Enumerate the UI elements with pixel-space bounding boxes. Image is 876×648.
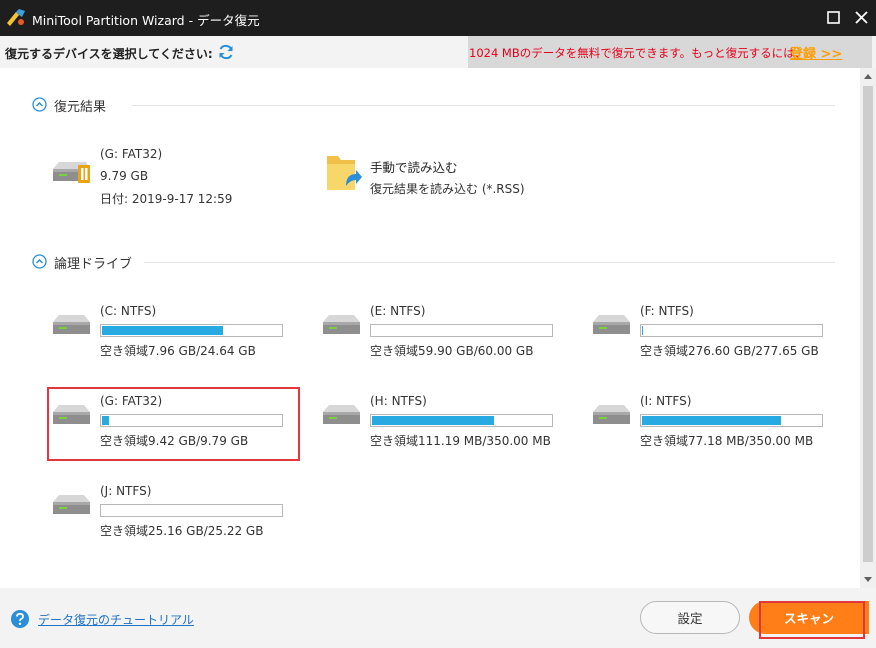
- hard-drive-icon: [323, 405, 360, 424]
- recovery-result-size: 9.79 GB: [100, 169, 149, 183]
- drive-name: (H: NTFS): [370, 394, 427, 408]
- section-divider: [132, 105, 835, 106]
- drive-usage-bar: [640, 324, 823, 337]
- logical-drives-title: 論理ドライブ: [54, 257, 133, 272]
- vertical-scrollbar[interactable]: [860, 68, 876, 588]
- hard-drive-icon: [593, 315, 630, 334]
- drive-item-g[interactable]: (G: FAT32) 空き領域9.42 GB/9.79 GB: [46, 390, 298, 456]
- hard-drive-icon: [53, 315, 90, 334]
- title-bar: MiniTool Partition Wizard - データ復元: [0, 0, 876, 36]
- drive-free-space: 空き領域25.16 GB/25.22 GB: [100, 524, 264, 538]
- hard-drive-icon: [53, 405, 90, 424]
- drive-free-space: 空き領域276.60 GB/277.65 GB: [640, 344, 819, 358]
- drive-usage-fill: [102, 416, 109, 425]
- drive-usage-bar: [100, 324, 283, 337]
- recovery-result-date: 日付: 2019-9-17 12:59: [100, 192, 233, 206]
- drive-name: (G: FAT32): [100, 394, 163, 408]
- drive-usage-fill: [642, 326, 643, 335]
- drive-usage-fill: [102, 326, 223, 335]
- scroll-up-arrow-icon[interactable]: [864, 74, 872, 79]
- footer-bar: データ復元のチュートリアル 設定 スキャン: [0, 588, 876, 648]
- register-link[interactable]: 登録 >>: [790, 43, 842, 62]
- drive-item-f[interactable]: (F: NTFS) 空き領域276.60 GB/277.65 GB: [586, 300, 838, 366]
- refresh-icon[interactable]: [217, 43, 235, 61]
- scan-button[interactable]: スキャン: [749, 601, 869, 634]
- tutorial-link[interactable]: データ復元のチュートリアル: [38, 611, 194, 628]
- close-icon[interactable]: [851, 7, 873, 29]
- free-limit-banner: 1024 MBのデータを無料で復元できます。もっと復元するには、 登録 >>: [468, 36, 872, 68]
- drive-name: (E: NTFS): [370, 304, 426, 318]
- drive-usage-fill: [372, 416, 494, 425]
- drive-usage-bar: [640, 414, 823, 427]
- drive-free-space: 空き領域77.18 MB/350.00 MB: [640, 434, 814, 448]
- scroll-down-arrow-icon[interactable]: [864, 577, 872, 582]
- select-device-prompt: 復元するデバイスを選択してください:: [5, 47, 213, 61]
- drive-free-space: 空き領域111.19 MB/350.00 MB: [370, 434, 551, 448]
- drive-usage-bar: [100, 504, 283, 517]
- manual-load-description: 復元結果を読み込む (*.RSS): [370, 182, 525, 196]
- drive-name: (I: NTFS): [640, 394, 692, 408]
- drive-free-space: 空き領域59.90 GB/60.00 GB: [370, 344, 534, 358]
- chevron-up-icon[interactable]: [32, 254, 47, 269]
- settings-button[interactable]: 設定: [640, 601, 740, 634]
- drive-usage-fill: [642, 416, 781, 425]
- drive-free-space: 空き領域7.96 GB/24.64 GB: [100, 344, 256, 358]
- section-divider: [144, 262, 835, 263]
- recovery-results-title: 復元結果: [54, 100, 107, 115]
- drive-usage-bar: [370, 414, 553, 427]
- drive-free-space: 空き領域9.42 GB/9.79 GB: [100, 434, 249, 448]
- recovered-drive-icon: [53, 162, 90, 183]
- scroll-thumb[interactable]: [863, 86, 873, 562]
- drive-usage-bar: [100, 414, 283, 427]
- drive-item-c[interactable]: (C: NTFS) 空き領域7.96 GB/24.64 GB: [46, 300, 298, 366]
- recovery-result-item[interactable]: (G: FAT32) 9.79 GB 日付: 2019-9-17 12:59: [46, 143, 266, 209]
- hard-drive-icon: [53, 495, 90, 514]
- logical-drives-header: 論理ドライブ: [32, 252, 835, 272]
- hard-drive-icon: [593, 405, 630, 424]
- recovery-result-name: (G: FAT32): [100, 147, 163, 161]
- drive-item-e[interactable]: (E: NTFS) 空き領域59.90 GB/60.00 GB: [316, 300, 568, 366]
- maximize-icon[interactable]: [823, 7, 845, 29]
- hard-drive-icon: [323, 315, 360, 334]
- manual-load-title: 手動で読み込む: [370, 160, 458, 175]
- drive-usage-bar: [370, 324, 553, 337]
- drive-name: (J: NTFS): [100, 484, 152, 498]
- partition-wizard-logo-icon: [7, 9, 25, 26]
- help-icon[interactable]: [10, 609, 30, 629]
- free-limit-text: 1024 MBのデータを無料で復元できます。もっと復元するには、: [469, 46, 807, 60]
- manual-load-item[interactable]: 手動で読み込む 復元結果を読み込む (*.RSS): [320, 150, 560, 204]
- drive-item-h[interactable]: (H: NTFS) 空き領域111.19 MB/350.00 MB: [316, 390, 568, 456]
- folder-import-icon: [327, 156, 362, 190]
- recovery-results-header: 復元結果: [32, 95, 835, 115]
- window-title: MiniTool Partition Wizard - データ復元: [32, 13, 260, 28]
- chevron-up-icon[interactable]: [32, 97, 47, 112]
- drive-name: (F: NTFS): [640, 304, 694, 318]
- drive-item-i[interactable]: (I: NTFS) 空き領域77.18 MB/350.00 MB: [586, 390, 838, 456]
- drive-item-j[interactable]: (J: NTFS) 空き領域25.16 GB/25.22 GB: [46, 480, 298, 546]
- drive-name: (C: NTFS): [100, 304, 157, 318]
